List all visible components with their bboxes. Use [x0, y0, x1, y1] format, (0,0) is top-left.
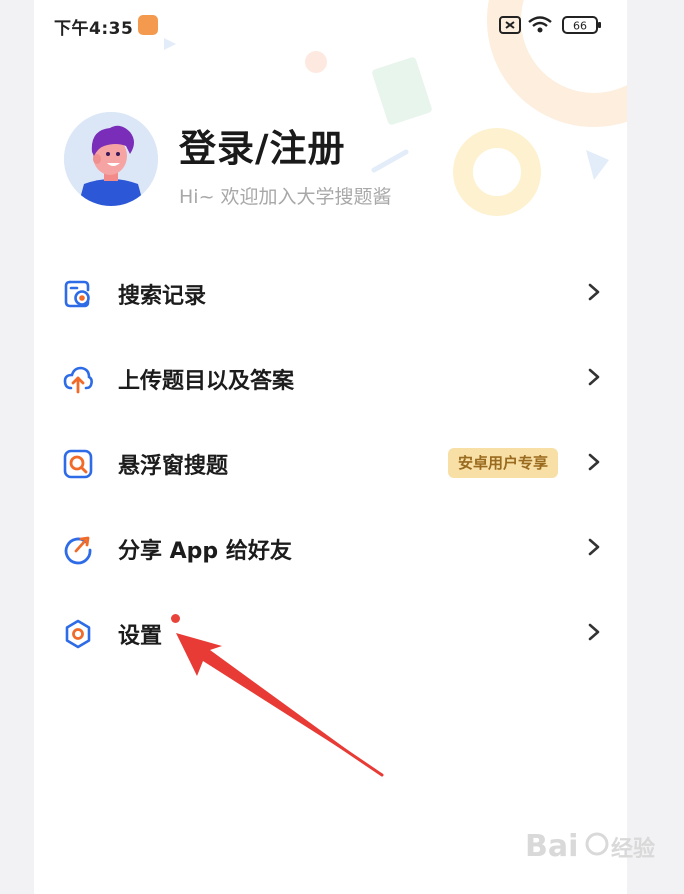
menu-item-settings[interactable]: 设置: [34, 590, 627, 674]
avatar-illustration: [64, 112, 158, 206]
settings-notification-dot: [171, 614, 180, 623]
menu-label: 上传题目以及答案: [118, 369, 295, 394]
upload-cloud-icon: [63, 366, 93, 394]
baidu-watermark-logo: Bai 经验: [525, 829, 655, 864]
battery-level: 66: [573, 20, 587, 33]
profile-header[interactable]: 登录/注册 Hi~ 欢迎加入大学搜题酱: [34, 100, 627, 220]
sim-off-icon: [499, 16, 521, 34]
wifi-icon: [528, 16, 552, 33]
menu-item-search-history[interactable]: 搜索记录: [34, 250, 627, 334]
app-notification-icon: [138, 15, 158, 35]
battery-icon: 66: [562, 16, 601, 34]
search-history-icon: [64, 280, 90, 308]
menu-label: 悬浮窗搜题: [118, 454, 229, 479]
floating-search-icon: [63, 449, 93, 479]
status-bar: 下午4:35 66: [34, 0, 627, 52]
android-exclusive-badge: 安卓用户专享: [448, 448, 559, 478]
chevron-right-icon: [588, 453, 600, 471]
status-time: 下午4:35: [54, 19, 134, 39]
settings-icon: [65, 619, 91, 649]
svg-text:经验: 经验: [611, 836, 655, 862]
avatar[interactable]: [64, 112, 158, 206]
svg-text:Bai: Bai: [525, 829, 578, 864]
menu-label: 分享 App 给好友: [118, 539, 292, 564]
chevron-right-icon: [588, 368, 600, 386]
login-register-title[interactable]: 登录/注册: [179, 118, 346, 172]
welcome-subtitle: Hi~ 欢迎加入大学搜题酱: [179, 186, 392, 208]
menu-label: 搜索记录: [118, 284, 207, 309]
status-icons: 66: [499, 16, 601, 34]
menu-item-share-app[interactable]: 分享 App 给好友: [34, 505, 627, 589]
phone-screen: 下午4:35 66 登录/注册 Hi~ 欢迎加入大学搜题酱 搜索记录 上传题目以…: [34, 0, 627, 894]
menu-label: 设置: [118, 624, 163, 649]
menu-item-floating-search[interactable]: 悬浮窗搜题 安卓用户专享: [34, 420, 627, 504]
menu-item-upload-questions[interactable]: 上传题目以及答案: [34, 335, 627, 419]
chevron-right-icon: [588, 538, 600, 556]
chevron-right-icon: [588, 623, 600, 641]
share-icon: [64, 536, 92, 565]
chevron-right-icon: [588, 283, 600, 301]
